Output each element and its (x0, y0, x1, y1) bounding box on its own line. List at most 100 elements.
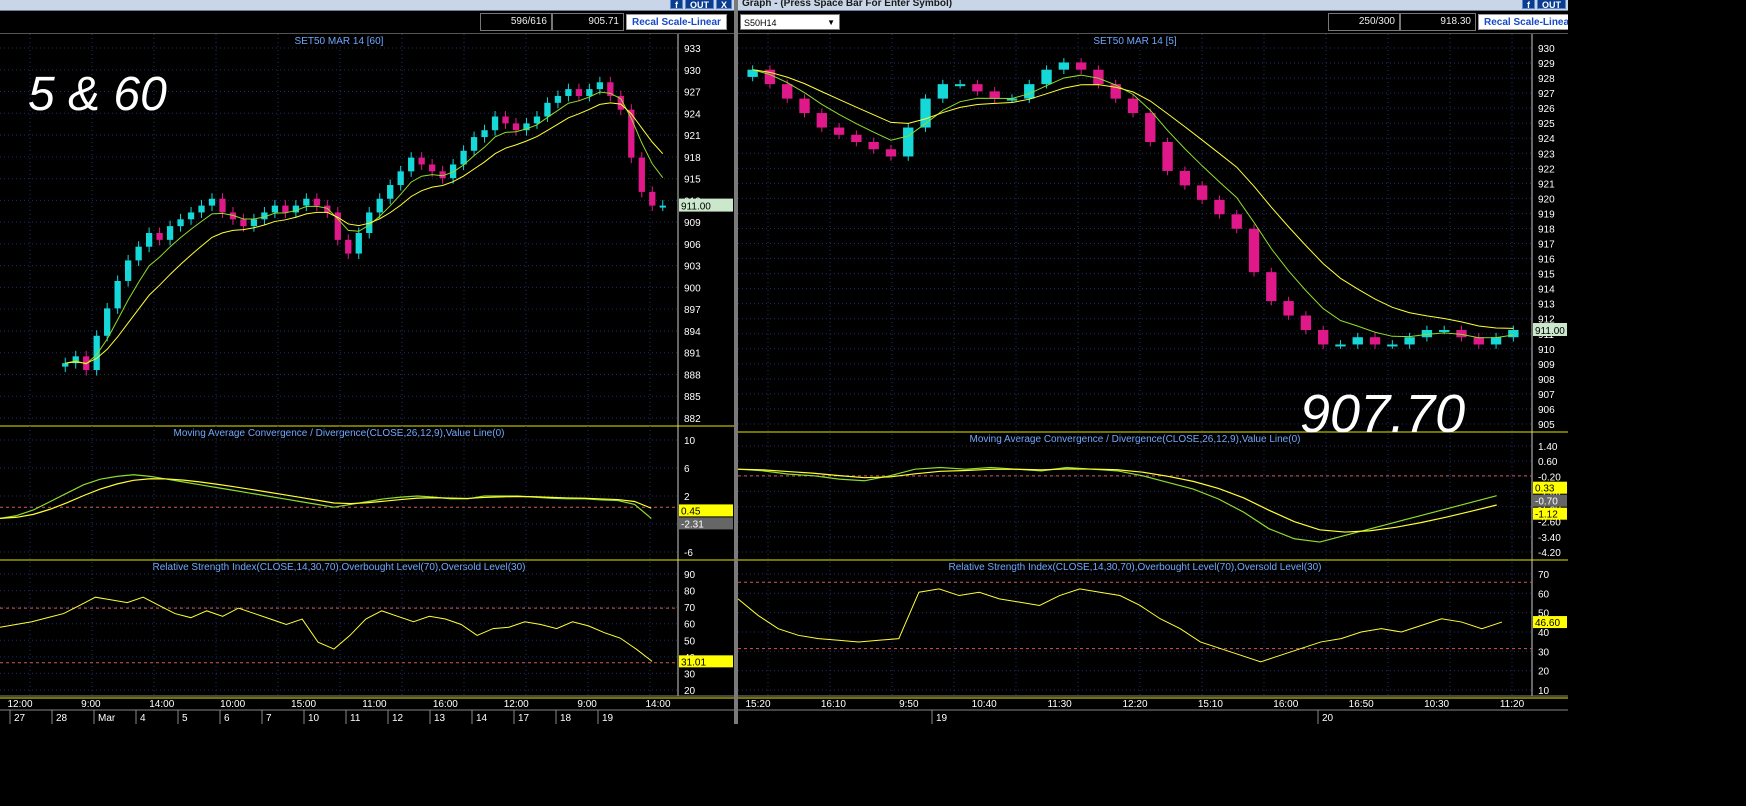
axis-tick-label: 930 (1538, 44, 1555, 55)
right-chart-canvas[interactable]: SET50 MAR 14 [5] 930 929 928 927 926 925 924 923… (738, 34, 1568, 724)
axis-tick-label: 921 (684, 131, 701, 142)
candle-body (1369, 337, 1381, 345)
candle-body (544, 102, 551, 117)
axis-tick-label: 885 (684, 392, 701, 403)
axis-tick-label: 897 (684, 305, 701, 316)
date-label: 13 (434, 713, 446, 724)
macd-signal-tag-text: -2.31 (681, 519, 704, 530)
axis-tick-label: -3.40 (1538, 533, 1561, 544)
recal-scale-button[interactable]: Recal Scale-Linear (1478, 14, 1568, 30)
out-button[interactable]: OUT (684, 0, 714, 10)
candle-body (135, 246, 142, 261)
price-last-tag-text: 911.00 (1535, 326, 1565, 337)
candle-body (166, 226, 174, 240)
candle-body (1300, 315, 1312, 330)
time-label: 16:00 (1273, 699, 1298, 710)
axis-tick-label: 924 (684, 109, 701, 120)
time-label: 12:20 (1122, 699, 1147, 710)
axis-tick-label: 933 (684, 44, 701, 55)
axis-tick-label: 920 (1538, 194, 1555, 205)
axis-tick-label: 913 (1538, 300, 1555, 311)
candle-body (1231, 214, 1242, 229)
axis-tick-label: 918 (1538, 224, 1555, 235)
right-window-titlebar: Graph - (Press Space Bar For Enter Symbo… (738, 0, 1568, 11)
candle-body (156, 233, 163, 240)
axis-tick-label: 70 (1538, 570, 1550, 581)
candle-body (177, 219, 184, 227)
candle-body (93, 335, 100, 371)
candle-body (782, 84, 793, 99)
macd-line (0, 474, 652, 519)
axis-tick-label: 921 (1538, 179, 1555, 190)
ma-fast-line (65, 91, 664, 365)
axis-tick-label: 30 (684, 669, 696, 680)
candle-body (408, 157, 415, 172)
time-label: 15:00 (291, 699, 316, 710)
axis-tick-label: 928 (1538, 74, 1555, 85)
axis-tick-label: 905 (1538, 420, 1555, 431)
right-toolbar: S50H14 ▼ 250/300 918.30 Recal Scale-Line… (738, 11, 1568, 34)
candle-body (250, 219, 258, 227)
candle-body (1179, 170, 1191, 186)
macd-signal-line (738, 468, 1497, 533)
axis-tick-label: 900 (684, 283, 701, 294)
candle-body (1196, 185, 1208, 200)
bar-counter: 250/300 (1328, 13, 1400, 31)
overlay-annotation: 5 & 60 (28, 68, 167, 121)
date-label: 4 (140, 713, 146, 724)
axis-tick-label: 20 (684, 686, 696, 697)
axis-tick-label: 80 (684, 587, 696, 598)
bar-counter: 596/616 (480, 13, 552, 31)
candle-body (491, 116, 499, 131)
candle-body (937, 84, 949, 99)
axis-tick-label: 891 (684, 349, 701, 360)
candle-body (470, 137, 478, 151)
recal-scale-button[interactable]: Recal Scale-Linear (626, 14, 727, 30)
axis-tick-label: 882 (684, 414, 701, 425)
axis-tick-label: 930 (684, 66, 701, 77)
candle-body (397, 171, 404, 186)
close-button[interactable]: X (715, 0, 732, 10)
candle-body (596, 82, 604, 90)
float-button[interactable]: f (669, 0, 683, 10)
candle-body (1024, 84, 1035, 99)
time-label: 14:00 (149, 699, 174, 710)
candle-body (1490, 337, 1502, 345)
candle-body (799, 98, 810, 114)
axis-tick-label: 918 (684, 153, 701, 164)
axis-tick-label: 60 (684, 620, 696, 631)
axis-tick-label: 1.40 (1538, 442, 1558, 453)
date-label: 28 (56, 713, 68, 724)
candle-body (1317, 330, 1329, 345)
float-button[interactable]: f (1522, 0, 1535, 10)
axis-tick-label: -0.20 (1538, 472, 1561, 483)
time-label: 11:00 (362, 699, 387, 710)
macd-tag-text: 0.33 (1535, 484, 1555, 495)
candle-body (833, 127, 845, 135)
price-last-tag-text: 911.00 (681, 202, 711, 213)
candle-body (885, 149, 897, 157)
axis-tick-label: 909 (1538, 360, 1555, 371)
left-chart-canvas[interactable]: SET50 MAR 14 [60] 933 930 927 924 921 918 915 91… (0, 34, 734, 724)
panel-title: Relative Strength Index(CLOSE,14,30,70),… (153, 562, 526, 573)
date-label: 11 (350, 713, 361, 724)
symbol-select[interactable]: S50H14 ▼ (740, 14, 840, 30)
time-label: 16:00 (433, 699, 458, 710)
panel-title: Moving Average Convergence / Divergence(… (970, 434, 1301, 445)
axis-tick-label: -6 (684, 548, 693, 559)
out-button[interactable]: OUT (1537, 0, 1566, 10)
panel-title: SET50 MAR 14 [5] (1093, 36, 1177, 47)
candle-body (954, 84, 966, 87)
date-label: 12 (392, 713, 404, 724)
panel-title: Moving Average Convergence / Divergence(… (174, 428, 505, 439)
axis-tick-label: 915 (1538, 270, 1555, 281)
candle-body (972, 84, 983, 92)
candle-body (355, 233, 362, 254)
axis-tick-label: 910 (1538, 345, 1555, 356)
candle-body (198, 205, 205, 213)
candle-body (124, 260, 132, 281)
macd-line (738, 466, 1497, 543)
rsi-line (738, 588, 1503, 663)
axis-tick-label: -4.20 (1538, 548, 1561, 559)
date-label: 20 (1322, 713, 1334, 724)
